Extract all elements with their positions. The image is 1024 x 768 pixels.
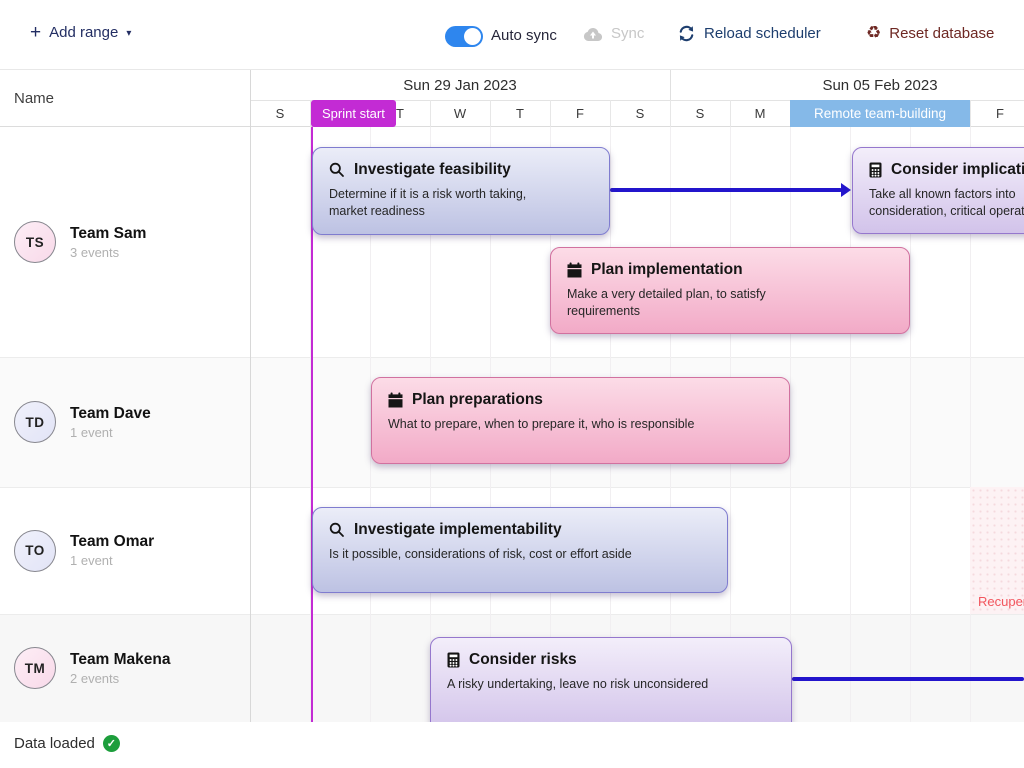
name-column-header: Name xyxy=(14,70,54,127)
dependency-line[interactable] xyxy=(610,188,842,192)
day-cell: S xyxy=(250,100,310,127)
resource-row-team-sam[interactable]: TS Team Sam 3 events xyxy=(0,127,250,357)
event-description: Is it possible, considerations of risk, … xyxy=(329,546,711,563)
resource-name: Team Sam xyxy=(70,224,146,244)
calendar-icon xyxy=(567,262,582,278)
event-consider-implications[interactable]: Consider implications Take all known fac… xyxy=(852,147,1024,234)
avatar: TM xyxy=(14,647,56,689)
resource-event-count: 2 events xyxy=(70,670,171,687)
refresh-icon xyxy=(678,25,695,42)
cloud-upload-icon xyxy=(583,26,603,42)
calendar-icon xyxy=(388,392,403,408)
sync-button[interactable]: Sync xyxy=(583,25,644,42)
event-title: Consider risks xyxy=(469,651,577,669)
day-cell: W xyxy=(430,100,490,127)
day-cell: S xyxy=(610,100,670,127)
event-investigate-feasibility[interactable]: Investigate feasibility Determine if it … xyxy=(312,147,610,235)
event-consider-risks[interactable]: Consider risks A risky undertaking, leav… xyxy=(430,637,792,722)
search-icon xyxy=(329,522,345,538)
toggle-knob xyxy=(464,28,481,45)
auto-sync-toggle[interactable] xyxy=(445,26,483,47)
remote-team-building-range-label[interactable]: Remote team-building xyxy=(790,100,970,127)
resource-event-count: 1 event xyxy=(70,552,154,569)
dependency-line[interactable] xyxy=(792,677,1024,681)
event-title: Plan implementation xyxy=(591,261,743,279)
event-description: Make a very detailed plan, to satisfy re… xyxy=(567,286,807,320)
toolbar: + Add range ▾ Auto sync Sync Reload sche… xyxy=(0,0,1024,70)
status-text: Data loaded xyxy=(14,735,95,752)
resource-name: Team Makena xyxy=(70,650,171,670)
panel-splitter[interactable] xyxy=(250,70,251,722)
reload-scheduler-button[interactable]: Reload scheduler xyxy=(678,25,821,42)
event-title: Investigate feasibility xyxy=(354,161,511,179)
resource-event-count: 3 events xyxy=(70,244,146,261)
timeline-header: Name Sun 29 Jan 2023 Sun 05 Feb 2023 S M… xyxy=(0,70,1024,127)
week-header-1: Sun 29 Jan 2023 xyxy=(250,70,670,100)
resource-row-team-makena[interactable]: TM Team Makena 2 events xyxy=(0,614,250,722)
avatar: TS xyxy=(14,221,56,263)
event-description: Determine if it is a risk worth taking, … xyxy=(329,186,567,220)
plus-icon: + xyxy=(30,25,41,40)
day-cell: F xyxy=(970,100,1024,127)
check-circle-icon: ✓ xyxy=(103,735,120,752)
day-cell: F xyxy=(550,100,610,127)
day-cell: M xyxy=(730,100,790,127)
auto-sync-label: Auto sync xyxy=(491,27,557,44)
event-title: Plan preparations xyxy=(412,391,543,409)
reset-database-label: Reset database xyxy=(889,25,994,42)
scheduler-body: Recuperation day TS Team Sam 3 events TD… xyxy=(0,127,1024,722)
week-header-2: Sun 05 Feb 2023 xyxy=(670,70,1024,100)
sync-label: Sync xyxy=(611,25,644,42)
week-separator xyxy=(670,70,671,100)
add-range-label: Add range xyxy=(49,24,118,41)
event-plan-preparations[interactable]: Plan preparations What to prepare, when … xyxy=(371,377,790,464)
add-range-button[interactable]: + Add range ▾ xyxy=(30,24,131,41)
recycle-icon: ♻ xyxy=(866,25,881,42)
search-icon xyxy=(329,162,345,178)
resource-name: Team Dave xyxy=(70,404,151,424)
scheduler-app: + Add range ▾ Auto sync Sync Reload sche… xyxy=(0,0,1024,768)
sprint-start-range-label[interactable]: Sprint start xyxy=(311,100,396,127)
resource-row-team-omar[interactable]: TO Team Omar 1 event xyxy=(0,487,250,614)
day-cell: T xyxy=(490,100,550,127)
chevron-down-icon: ▾ xyxy=(126,28,131,39)
event-description: What to prepare, when to prepare it, who… xyxy=(388,416,773,433)
recuperation-day-range[interactable]: Recuperation day xyxy=(970,487,1024,614)
avatar: TO xyxy=(14,530,56,572)
event-description: A risky undertaking, leave no risk uncon… xyxy=(447,676,775,693)
event-description: Take all known factors into consideratio… xyxy=(869,186,1024,220)
avatar: TD xyxy=(14,401,56,443)
reload-scheduler-label: Reload scheduler xyxy=(704,25,821,42)
event-plan-implementation[interactable]: Plan implementation Make a very detailed… xyxy=(550,247,910,334)
event-investigate-implementability[interactable]: Investigate implementability Is it possi… xyxy=(312,507,728,593)
calculator-icon xyxy=(447,652,460,668)
calculator-icon xyxy=(869,162,882,178)
event-title: Investigate implementability xyxy=(354,521,562,539)
reset-database-button[interactable]: ♻ Reset database xyxy=(866,25,994,42)
resource-name: Team Omar xyxy=(70,532,154,552)
status-bar: Data loaded ✓ xyxy=(0,722,1024,768)
day-cell: S xyxy=(670,100,730,127)
resource-event-count: 1 event xyxy=(70,424,151,441)
resource-row-team-dave[interactable]: TD Team Dave 1 event xyxy=(0,357,250,487)
recuperation-day-label: Recuperation day xyxy=(978,594,1024,609)
dependency-arrow-icon xyxy=(841,183,851,197)
event-title: Consider implications xyxy=(891,161,1024,179)
